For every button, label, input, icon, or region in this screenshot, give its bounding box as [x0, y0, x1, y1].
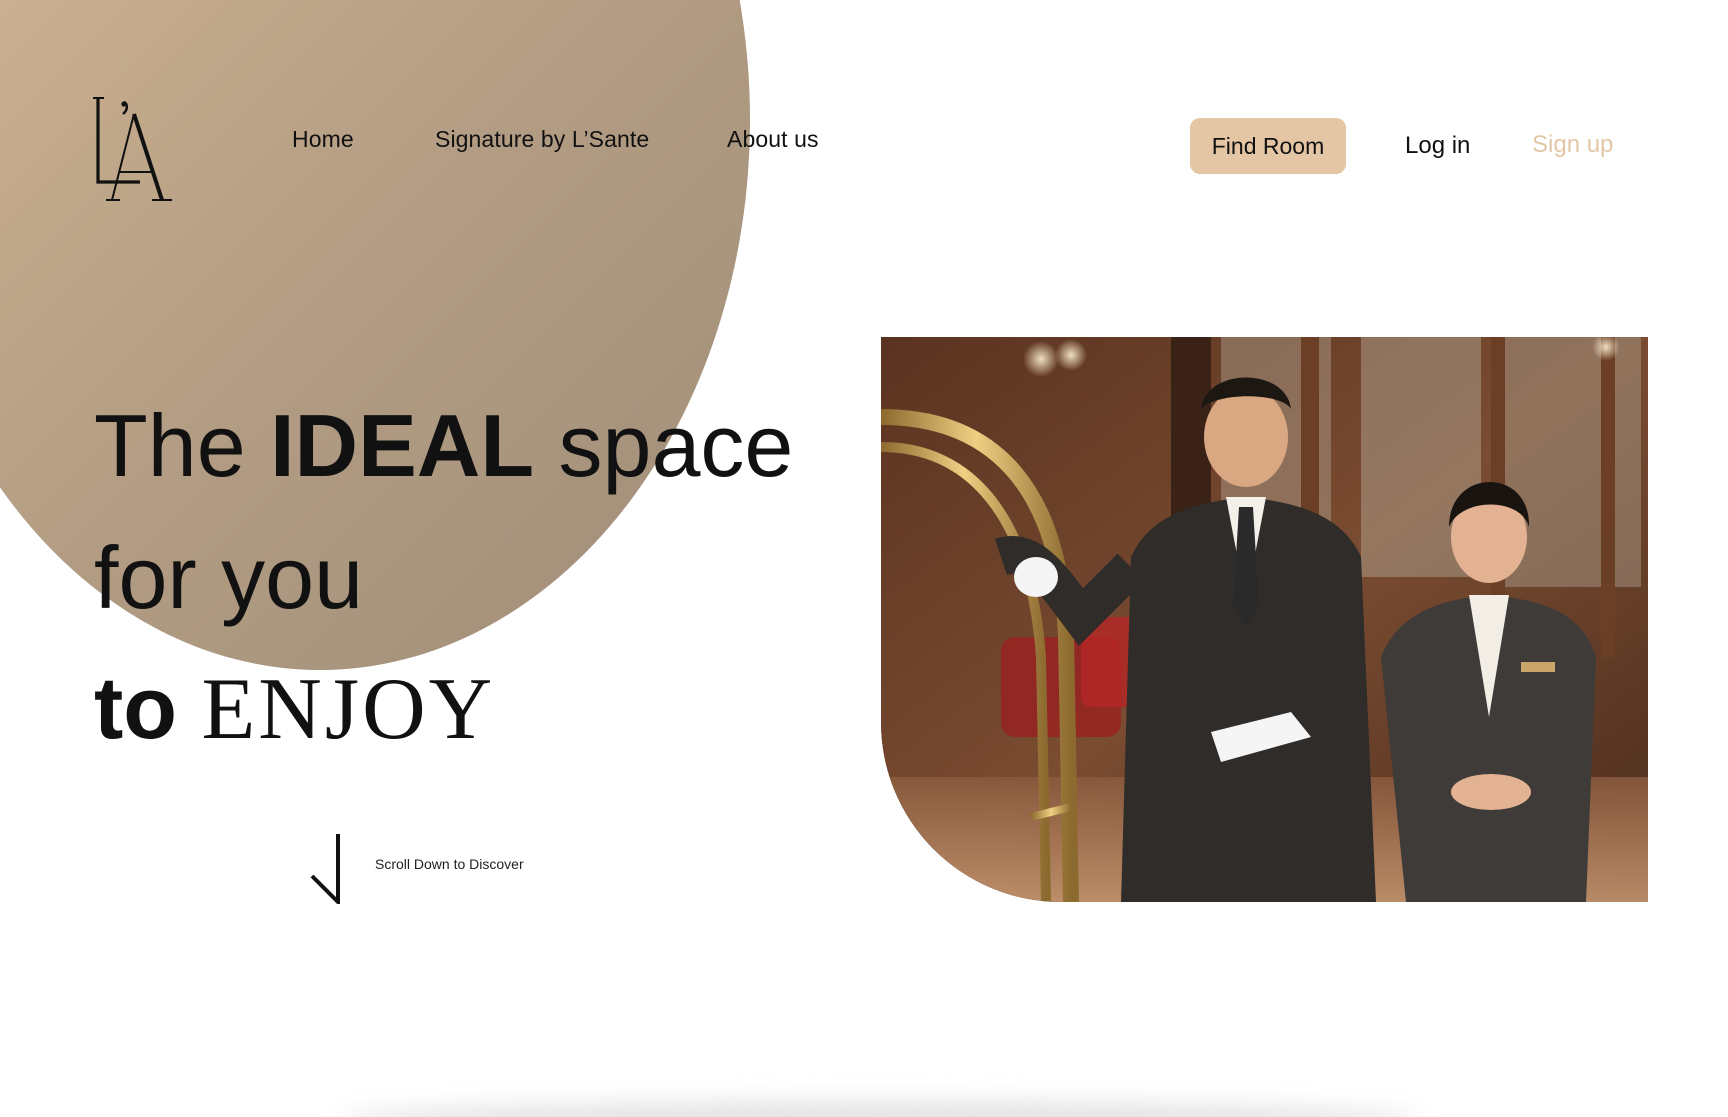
- nav-signature[interactable]: Signature by L’Sante: [435, 126, 649, 153]
- logo[interactable]: [92, 92, 182, 207]
- find-room-button[interactable]: Find Room: [1190, 118, 1346, 174]
- headline-line-3: to ENJOY: [94, 664, 495, 754]
- headline-space: space: [534, 396, 794, 495]
- arrow-down-icon[interactable]: [308, 832, 348, 907]
- headline-line-1: The IDEAL space: [94, 402, 793, 490]
- bottom-shadow: [340, 1102, 1420, 1117]
- headline-to: to: [94, 658, 202, 757]
- headline-enjoy: ENJOY: [201, 661, 496, 758]
- nav-about[interactable]: About us: [727, 126, 819, 153]
- headline-line-2: for you: [94, 528, 364, 627]
- headline-ideal: IDEAL: [270, 396, 535, 495]
- nav-home[interactable]: Home: [292, 126, 354, 153]
- login-link[interactable]: Log in: [1405, 132, 1470, 160]
- scroll-label[interactable]: Scroll Down to Discover: [375, 856, 524, 872]
- logo-mark-icon: [93, 97, 172, 201]
- headline-the: The: [94, 396, 271, 495]
- signup-link[interactable]: Sign up: [1532, 131, 1613, 159]
- landing-page: Home Signature by L’Sante About us Find …: [0, 0, 1728, 1117]
- hotel-staff-photo: [881, 337, 1648, 902]
